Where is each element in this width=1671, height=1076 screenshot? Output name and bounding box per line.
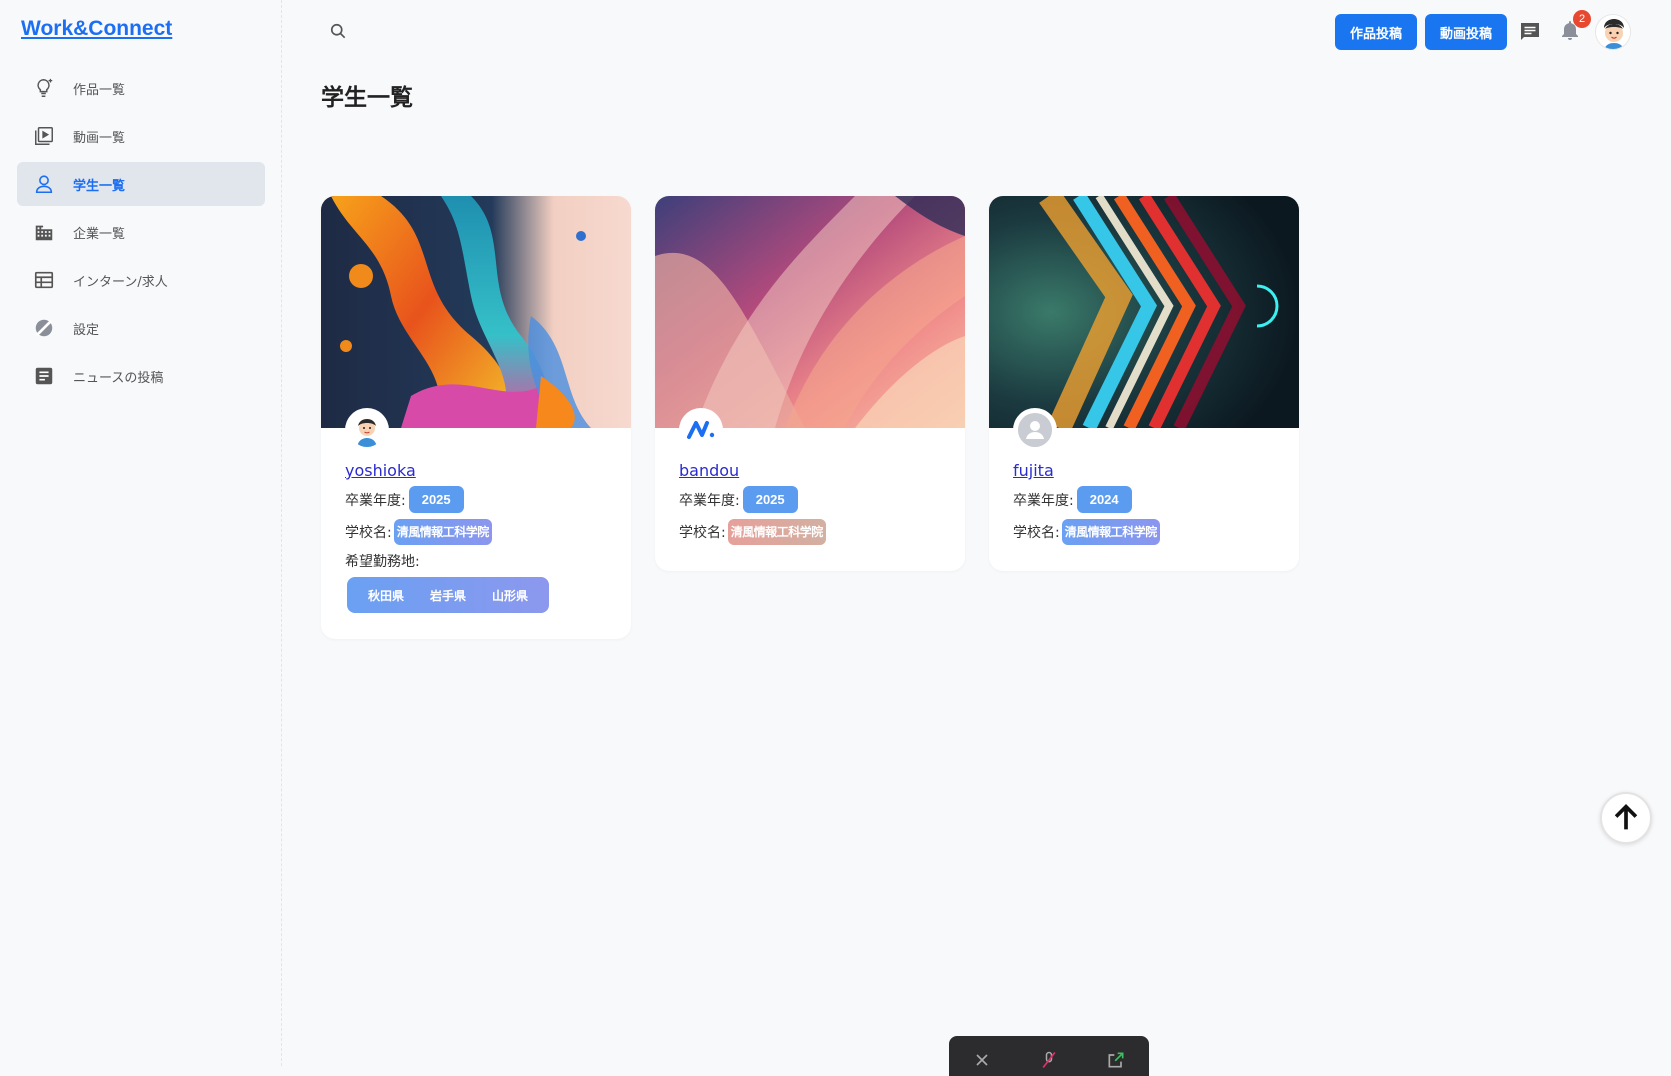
student-name-link[interactable]: fujita: [1013, 461, 1054, 480]
school-row: 学校名: 清風情報工科学院: [1013, 519, 1275, 545]
cover-image: [321, 196, 631, 428]
sidebar-item-label: 学生一覧: [73, 178, 126, 194]
close-icon[interactable]: [971, 1050, 993, 1072]
preferred-location-chips: 秋田県 岩手県 山形県: [347, 577, 550, 613]
school-label: 学校名:: [1013, 525, 1060, 541]
notification-button[interactable]: 2: [1553, 10, 1591, 49]
school-label: 学校名:: [679, 525, 726, 541]
sidebar-item-works[interactable]: 作品一覧: [17, 66, 265, 110]
sidebar-item-internships[interactable]: インターン/求人: [17, 258, 265, 302]
grad-year-chip: 2025: [742, 486, 798, 513]
lightbulb-icon: [33, 77, 55, 99]
search-icon[interactable]: [328, 21, 352, 45]
sidebar: Work&Connect 作品一覧 動画一覧 学生一覧 企業一覧 インターン/求…: [0, 0, 282, 1066]
location-chip: 岩手県: [430, 588, 467, 603]
school-chip: 清風情報工科学院: [393, 519, 492, 545]
student-card: yoshioka 卒業年度: 2025 学校名: 清風情報工科学院 希望勤務地:…: [321, 196, 631, 639]
sidebar-item-students[interactable]: 学生一覧: [17, 162, 265, 206]
preferred-location-row: 希望勤務地:: [345, 551, 607, 571]
default-avatar-icon: [1018, 413, 1052, 447]
post-video-button[interactable]: 動画投稿: [1424, 14, 1507, 50]
student-avatar[interactable]: [679, 408, 723, 452]
chat-icon[interactable]: [1513, 15, 1547, 49]
grad-year-chip: 2024: [1076, 486, 1132, 513]
table-icon: [33, 269, 55, 291]
sidebar-item-label: 動画一覧: [73, 130, 126, 146]
notification-count-badge: 2: [1573, 10, 1591, 28]
student-card-list: yoshioka 卒業年度: 2025 学校名: 清風情報工科学院 希望勤務地:…: [321, 196, 1323, 639]
grad-year-row: 卒業年度: 2024: [1013, 486, 1275, 513]
external-link-icon[interactable]: [1105, 1050, 1127, 1072]
sidebar-item-label: 作品一覧: [73, 82, 126, 98]
sidebar-item-label: ニュースの投稿: [73, 370, 164, 386]
person-icon: [33, 173, 55, 195]
student-card: bandou 卒業年度: 2025 学校名: 清風情報工科学院: [655, 196, 965, 571]
app-logo[interactable]: Work&Connect: [21, 17, 172, 41]
page-title: 学生一覧: [321, 85, 413, 111]
grad-year-label: 卒業年度:: [1013, 492, 1074, 509]
student-name-link[interactable]: bandou: [679, 461, 739, 480]
video-library-icon: [33, 125, 55, 147]
building-icon: [33, 221, 55, 243]
post-work-button[interactable]: 作品投稿: [1334, 14, 1417, 50]
student-avatar[interactable]: [1013, 408, 1057, 452]
grad-year-row: 卒業年度: 2025: [345, 486, 607, 513]
grad-year-label: 卒業年度:: [679, 492, 740, 509]
cover-image: [655, 196, 965, 428]
scroll-to-top-button[interactable]: [1600, 792, 1652, 844]
student-avatar[interactable]: [345, 408, 389, 452]
top-bar: 作品投稿 動画投稿 2: [1327, 10, 1631, 50]
sidebar-item-label: インターン/求人: [73, 274, 168, 290]
mic-off-icon[interactable]: [1038, 1050, 1060, 1072]
grad-year-label: 卒業年度:: [345, 492, 406, 509]
cover-image: [989, 196, 1299, 428]
user-avatar[interactable]: [1595, 14, 1631, 50]
sidebar-item-settings[interactable]: 設定: [17, 306, 265, 350]
student-name-link[interactable]: yoshioka: [345, 461, 416, 480]
sidebar-nav: 作品一覧 動画一覧 学生一覧 企業一覧 インターン/求人 設定 ニュースの投稿: [17, 66, 265, 402]
sidebar-item-videos[interactable]: 動画一覧: [17, 114, 265, 158]
sidebar-item-companies[interactable]: 企業一覧: [17, 210, 265, 254]
school-label: 学校名:: [345, 525, 392, 541]
preferred-location-label: 希望勤務地:: [345, 554, 420, 570]
grad-year-chip: 2025: [408, 486, 464, 513]
sidebar-item-label: 企業一覧: [73, 226, 126, 242]
arrow-up-icon: [1614, 804, 1638, 830]
post-add-icon: [33, 365, 55, 387]
location-chip: 山形県: [492, 588, 529, 603]
student-card: fujita 卒業年度: 2024 学校名: 清風情報工科学院: [989, 196, 1299, 571]
sidebar-item-news-post[interactable]: ニュースの投稿: [17, 354, 265, 398]
location-chip: 秋田県: [368, 588, 405, 603]
school-row: 学校名: 清風情報工科学院: [345, 519, 607, 545]
school-row: 学校名: 清風情報工科学院: [679, 519, 941, 545]
school-chip: 清風情報工科学院: [727, 519, 826, 545]
grad-year-row: 卒業年度: 2025: [679, 486, 941, 513]
floating-toolbar: [949, 1036, 1149, 1076]
sidebar-item-label: 設定: [73, 322, 100, 338]
school-chip: 清風情報工科学院: [1061, 519, 1160, 545]
settings-off-icon: [33, 317, 55, 339]
